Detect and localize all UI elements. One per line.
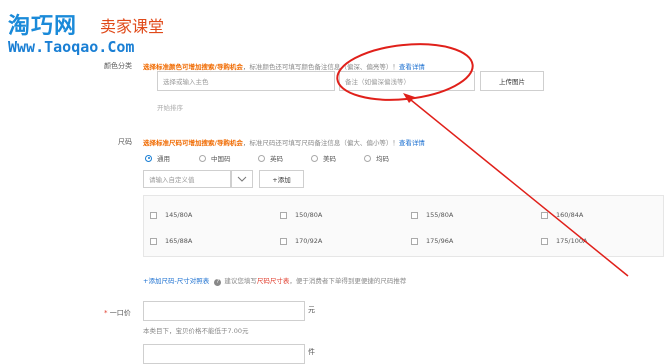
annotation-arrow-line [405,95,629,277]
annotation-overlay [336,43,629,277]
